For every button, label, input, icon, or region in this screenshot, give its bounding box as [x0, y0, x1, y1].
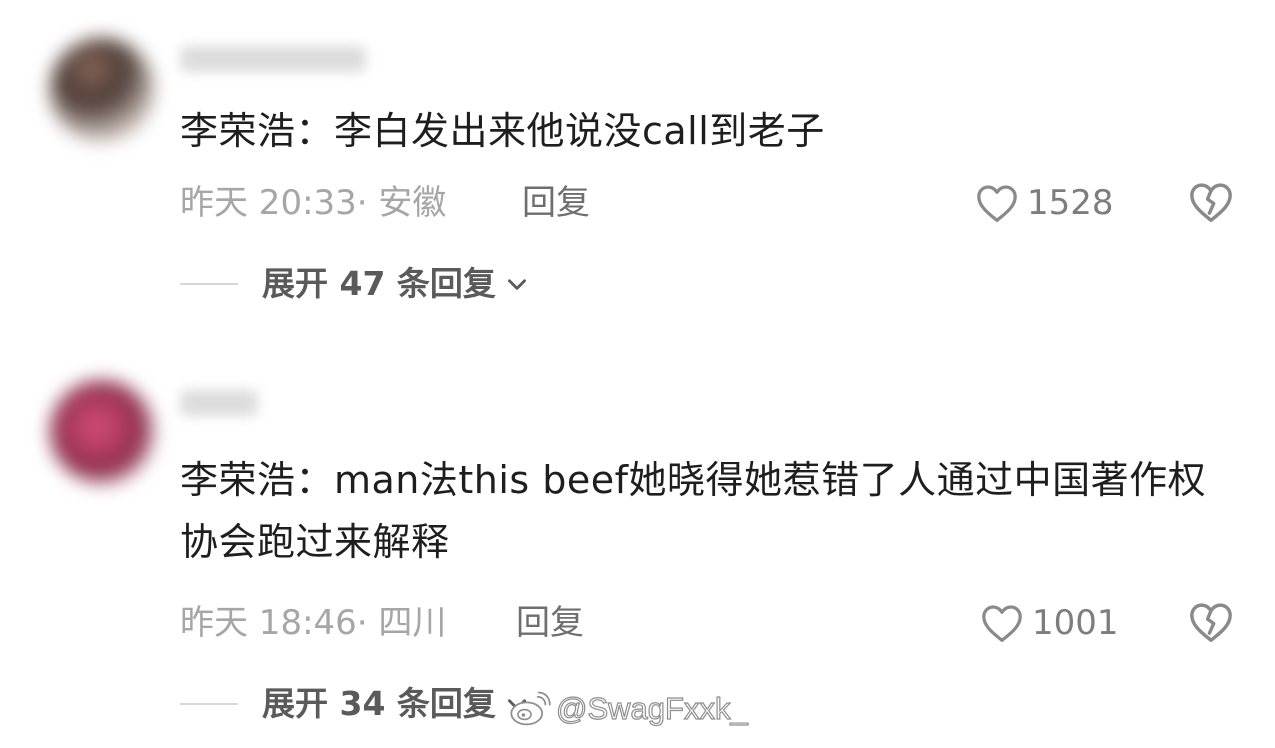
- comment-time-location: 昨天 20:33· 安徽: [180, 183, 447, 223]
- comment-time-location: 昨天 18:46· 四川: [180, 603, 447, 643]
- reply-button[interactable]: 回复: [522, 178, 590, 228]
- watermark: @SwagFxxk_: [508, 690, 748, 728]
- divider-line: [180, 283, 238, 285]
- broken-heart-icon[interactable]: [1188, 600, 1234, 644]
- expand-replies-label: 展开 34 条回复: [262, 684, 496, 723]
- comment-text: 李荣浩：man法this beef她晓得她惹错了人通过中国著作权协会跑过来解释: [180, 458, 1207, 564]
- username-blurred[interactable]: [180, 46, 366, 72]
- watermark-text: @SwagFxxk_: [555, 690, 748, 726]
- like-button[interactable]: 1001: [980, 598, 1119, 648]
- expand-replies-button[interactable]: 展开 34 条回复: [262, 679, 530, 729]
- like-count: 1528: [1027, 183, 1114, 223]
- chevron-down-icon: [507, 279, 526, 290]
- expand-replies-label: 展开 47 条回复: [262, 264, 496, 303]
- comment-meta: 昨天 18:46· 四川 回复 1001: [180, 598, 1250, 648]
- heart-outline-icon: [982, 605, 1022, 642]
- weibo-logo-icon: [510, 691, 551, 726]
- heart-outline-icon: [977, 185, 1017, 222]
- like-button[interactable]: 1528: [975, 178, 1114, 228]
- expand-replies-row: 展开 47 条回复: [180, 259, 530, 309]
- divider-line: [180, 703, 238, 705]
- comment-text: 李荣浩：李白发出来他说没call到老子: [180, 109, 825, 153]
- expand-replies-button[interactable]: 展开 47 条回复: [262, 259, 530, 309]
- avatar[interactable]: [50, 38, 154, 142]
- like-count: 1001: [1032, 603, 1119, 643]
- avatar[interactable]: [50, 380, 154, 484]
- reply-button[interactable]: 回复: [516, 598, 584, 648]
- username-blurred[interactable]: [180, 390, 258, 416]
- broken-heart-icon[interactable]: [1188, 180, 1234, 224]
- expand-replies-row: 展开 34 条回复: [180, 679, 530, 729]
- comment-meta: 昨天 20:33· 安徽 回复 1528: [180, 178, 1250, 228]
